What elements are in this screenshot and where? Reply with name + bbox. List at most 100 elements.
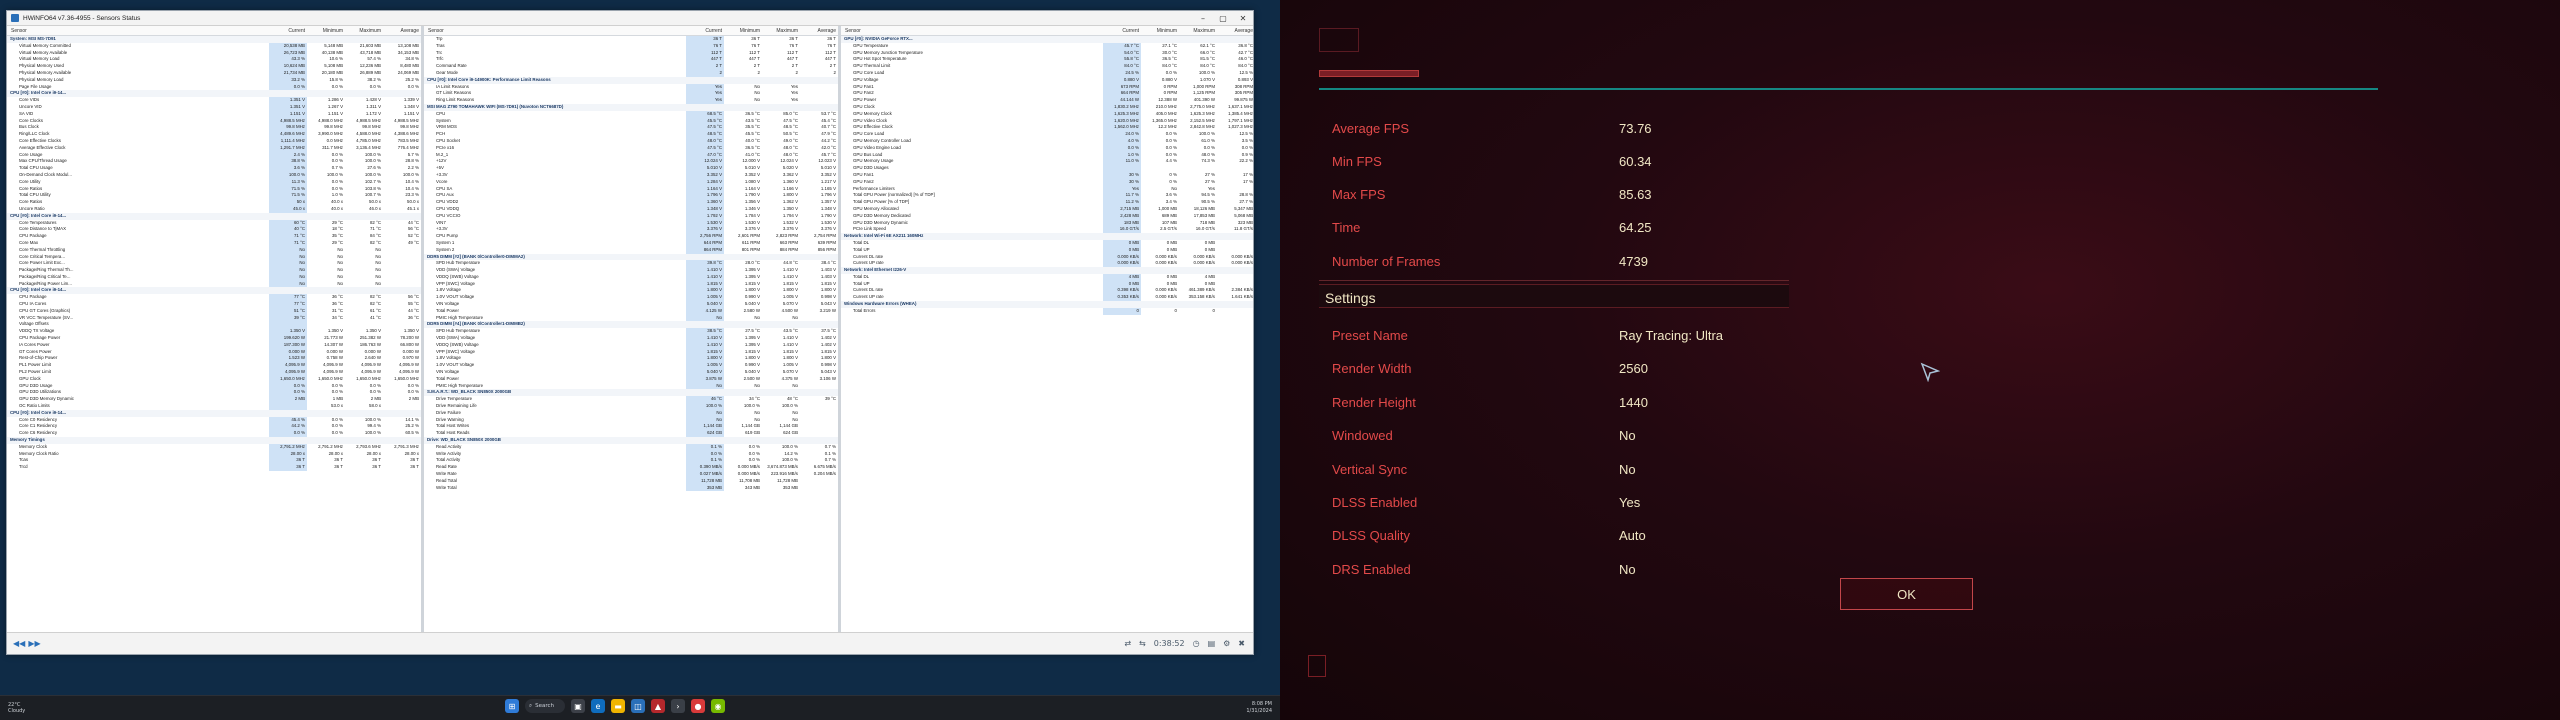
start-icon[interactable]: ⊞ [505, 699, 519, 713]
sensor-row[interactable]: 1.0V VOUT Voltage 1.005 V 0.990 V 1.005 V 0.… [424, 294, 838, 302]
sensor-group-header[interactable]: GPU [#0]: NVIDIA GeForce RTX... [841, 36, 1253, 43]
nav-right-icon[interactable]: ▶▶ [28, 639, 40, 648]
sensor-row[interactable]: Drive Failure No No No [424, 409, 838, 417]
hwinfo-titlebar[interactable]: HWiNFO64 v7.36-4955 - Sensors Status – ▢… [7, 11, 1253, 26]
game-icon[interactable]: ▲ [651, 699, 665, 713]
report-icon[interactable]: ▤ [1208, 639, 1216, 648]
col-maximum[interactable]: Maximum [1179, 26, 1217, 35]
sensor-row[interactable]: M.2_1 47.0 °C 41.0 °C 48.0 °C 45.7 °C [424, 151, 838, 159]
sensor-row[interactable]: 1.8V Voltage 1.800 V 1.800 V 1.800 V 1.800 V [424, 287, 838, 295]
sensor-row[interactable]: Voltage Offsets [7, 321, 421, 329]
sensor-row[interactable]: GPU Core Load 24.5 % 0.0 % 100.0 % 12.5 % [841, 69, 1253, 77]
sensor-row[interactable]: Physical Memory Available 21,734 MB 20,180… [7, 69, 421, 77]
sensor-row[interactable]: VR VCC Temperature (SV... 39 °C 34 °C 41 °C… [7, 314, 421, 322]
sensor-row[interactable]: GPU Effective Clock 1,562.0 MHz 12.2 MHz 2,… [841, 124, 1253, 132]
sensor-row[interactable]: Total UP 0 MB 0 MB 0 MB [841, 280, 1253, 288]
terminal-icon[interactable]: › [671, 699, 685, 713]
store-icon[interactable]: ◫ [631, 699, 645, 713]
sensor-row[interactable]: Write Activity 0.0 % 0.0 % 14.2 % 0.1 % [424, 450, 838, 458]
sensor-row[interactable]: System 45.5 °C 43.5 °C 47.5 °C 45.4 °C [424, 117, 838, 125]
file-explorer-icon[interactable]: ▬ [611, 699, 625, 713]
col-minimum[interactable]: Minimum [1141, 26, 1179, 35]
col-minimum[interactable]: Minimum [724, 26, 762, 35]
sensor-row[interactable]: Trp 36 T 36 T 36 T 36 T [424, 36, 838, 43]
sensor-row[interactable]: Memory Clock Ratio 28.00 x 28.00 x 28.00 x 2… [7, 450, 421, 458]
sensor-row[interactable]: Current UP rate 0.353 KB/s 0.000 KB/s 353.1… [841, 294, 1253, 302]
sensor-row[interactable]: Core C0 Residency 45.4 % 0.0 % 100.0 % 14.1 … [7, 416, 421, 424]
sensor-row[interactable]: Write Total 353 MB 343 MB 353 MB [424, 484, 838, 492]
sensor-row[interactable]: Total CPU Usage 3.6 % 0.7 % 27.6 % 2.2 % [7, 165, 421, 172]
sensor-row[interactable]: Total Host Reads 624 GB 619 GB 624 GB [424, 430, 838, 438]
sensor-row[interactable]: GPU Video Engine Load 0.0 % 0.0 % 0.0 % 0.0 … [841, 144, 1253, 152]
sensor-row[interactable]: VDD (SWA) Voltage 1.410 V 1.395 V 1.410 V 1.… [424, 335, 838, 342]
sensor-row[interactable]: VRM MOS 47.5 °C 35.5 °C 48.5 °C 40.7 °C [424, 124, 838, 132]
sensor-row[interactable]: Virtual Memory Available 26,723 MB 40,138 … [7, 49, 421, 57]
sensor-row[interactable]: GPU Memory Junction Temperature 54.0 °C 30… [841, 49, 1253, 57]
sensor-row[interactable]: CPU 68.5 °C 36.5 °C 85.0 °C 53.7 °C [424, 110, 838, 118]
sensor-row[interactable]: Core C6 Residency 0.0 % 0.0 % 100.0 % 60.5 % [7, 430, 421, 438]
sensor-row[interactable]: PCIe x16 47.5 °C 36.5 °C 48.0 °C 42.0 °C [424, 144, 838, 152]
sensor-row[interactable]: IA Cores Power 187.300 W 14.307 W 186.763 W… [7, 341, 421, 349]
sensor-row[interactable]: Memory Clock 2,791.2 MHz 2,791.2 MHz 2,793.… [7, 443, 421, 451]
sensor-row[interactable]: On-Demand Clock Modul... 100.0 % 100.0 % 10… [7, 171, 421, 179]
sensor-row[interactable]: Core Utility 11.3 % 0.0 % 102.7 % 10.4 % [7, 178, 421, 186]
sensor-row[interactable]: Current DL rate 0.398 KB/s 0.000 KB/s 461.3… [841, 287, 1253, 295]
sensor-row[interactable]: PL2 Power Limit 4,095.9 W 4,095.9 W 4,095.9… [7, 369, 421, 376]
col-sensor[interactable]: Sensor [424, 26, 686, 35]
sensor-row[interactable]: CPU IA Cores 77 °C 36 °C 82 °C 55 °C [7, 301, 421, 308]
sensor-row[interactable]: +5V 5.010 V 5.010 V 5.020 V 5.010 V [424, 165, 838, 172]
sensor-row[interactable]: Total Power 3.875 W 2.500 W 4.375 W 3.106 W [424, 375, 838, 383]
sensor-row[interactable]: PMIC High Temperature No No No [424, 382, 838, 390]
sensor-row[interactable]: GPU D3D Memory Dynamic 183 MB 107 MB 718 MB… [841, 219, 1253, 227]
sensor-row[interactable]: PL1 Power Limit 4,095.9 W 4,095.9 W 4,095.9… [7, 362, 421, 370]
task-view-icon[interactable]: ▣ [571, 699, 585, 713]
sensor-row[interactable]: Vcore 1.284 V 1.080 V 1.360 V 1.217 V [424, 178, 838, 186]
sensor-row[interactable]: Physical Memory Load 33.2 % 15.8 % 38.2 % 25… [7, 76, 421, 84]
sensor-row[interactable]: Tcas 36 T 36 T 36 T 36 T [7, 457, 421, 465]
sensor-row[interactable]: Core Effective Clocks 1,111.4 MHz 0.0 MHz 4… [7, 137, 421, 145]
sensor-row[interactable]: +3.3V 3.352 V 3.352 V 3.362 V 3.352 V [424, 171, 838, 179]
sensor-row[interactable]: Command Rate 2 T 2 T 2 T 2 T [424, 63, 838, 70]
sensor-row[interactable]: CPU Package Power 199.620 W 21.773 W 251.38… [7, 335, 421, 342]
sensor-group-header[interactable]: DDR5 DIMM [#4] (BANK 0/Controller1-DIMMB… [424, 321, 838, 329]
sensor-row[interactable]: GPU Memory Allocated 2,715 MB 1,000 MB 18,1… [841, 205, 1253, 213]
sensor-row[interactable]: +12V 12.024 V 12.000 V 12.024 V 12.023 V [424, 158, 838, 166]
sensor-row[interactable]: GPU Video Clock 1,620.0 MHz 1,365.0 MHz 2,1… [841, 117, 1253, 125]
sensor-row[interactable]: GPU D3D Usages [841, 165, 1253, 172]
sensor-row[interactable]: Core C1 Residency 44.2 % 0.0 % 99.4 % 25.2 % [7, 423, 421, 431]
sensor-row[interactable]: Total DL 0 MB 0 MB 0 MB [841, 239, 1253, 247]
col-average[interactable]: Average [800, 26, 838, 35]
sensor-row[interactable]: PCH 48.5 °C 45.5 °C 50.5 °C 47.9 °C [424, 131, 838, 138]
sensor-row[interactable]: Total Power 4.125 W 2.580 W 4.500 W 3.219 W [424, 307, 838, 315]
sensor-row[interactable]: CPU VDD2 1.360 V 1.356 V 1.362 V 1.357 V [424, 199, 838, 206]
col-sensor[interactable]: Sensor [7, 26, 269, 35]
sensor-row[interactable]: PMIC High Temperature No No No [424, 314, 838, 322]
sensor-row[interactable]: Physical Memory Used 10,624 MB 5,108 MB 12,… [7, 63, 421, 70]
sensor-row[interactable]: GPU Memory Usage 11.0 % 4.4 % 74.3 % 22.2 % [841, 158, 1253, 166]
col-current[interactable]: Current [269, 26, 307, 35]
sensor-group-header[interactable]: Memory Timings [7, 437, 421, 444]
sensor-row[interactable]: Read Rate 0.390 MB/s 0.000 MB/s 3,674.873 M… [424, 464, 838, 471]
sensor-row[interactable]: +3.3V 3.376 V 3.376 V 3.376 V 3.376 V [424, 226, 838, 234]
sensor-row[interactable]: Core Thermal Throttling No No No [7, 246, 421, 254]
sensor-group-header[interactable]: S.M.A.R.T.: WD_BLACK SN850X 2000GB [424, 389, 838, 397]
sensor-row[interactable]: Trfc 447 T 447 T 447 T 447 T [424, 56, 838, 64]
sensor-row[interactable]: VIN Voltage 5.040 V 5.040 V 5.070 V 5.043 V [424, 369, 838, 376]
sensor-row[interactable]: Max CPU/Thread Usage 38.8 % 0.0 % 100.0 % 28… [7, 158, 421, 166]
edge-icon[interactable]: e [591, 699, 605, 713]
sensor-row[interactable]: Package/Ring Thermal Th... No No No [7, 267, 421, 274]
sensor-row[interactable]: Virtual Memory Load 43.3 % 10.6 % 57.4 % 34.… [7, 56, 421, 64]
sensor-row[interactable]: GPU Fan2 664 RPM 0 RPM 1,125 RPM 305 RPM [841, 90, 1253, 98]
sensor-row[interactable]: Virtual Memory Committed 20,538 MB 5,148 M… [7, 42, 421, 50]
sensor-row[interactable]: VIN7 1.530 V 1.530 V 1.532 V 1.530 V [424, 219, 838, 227]
sensor-row[interactable]: CPU Package 71 °C 35 °C 84 °C 52 °C [7, 233, 421, 240]
sensor-row[interactable]: Core Clocks 4,988.5 MHz 4,988.0 MHz 4,988.5… [7, 117, 421, 125]
sensor-row[interactable]: Uncore Ratio 45.0 x 40.0 x 46.0 x 45.1 x [7, 205, 421, 213]
sensor-row[interactable]: GPU D3D Memory Dynamic 2 MB 1 MB 2 MB 2 MB [7, 396, 421, 404]
sensor-row[interactable]: Drive Warning No No No [424, 416, 838, 424]
sensor-row[interactable]: Uncore VID 1.351 V 1.267 V 1.311 V 1.348 V [7, 103, 421, 111]
sensor-row[interactable]: PCIe Link Speed 16.0 GT/s 2.5 GT/s 16.0 GT/… [841, 226, 1253, 234]
network-icon[interactable]: ⇄ [1124, 639, 1131, 648]
sensor-group-header[interactable]: Drive: WD_BLACK SN850X 2000GB [424, 437, 838, 444]
sensor-row[interactable]: Page File Usage 0.0 % 0.0 % 0.0 % 0.0 % [7, 83, 421, 91]
